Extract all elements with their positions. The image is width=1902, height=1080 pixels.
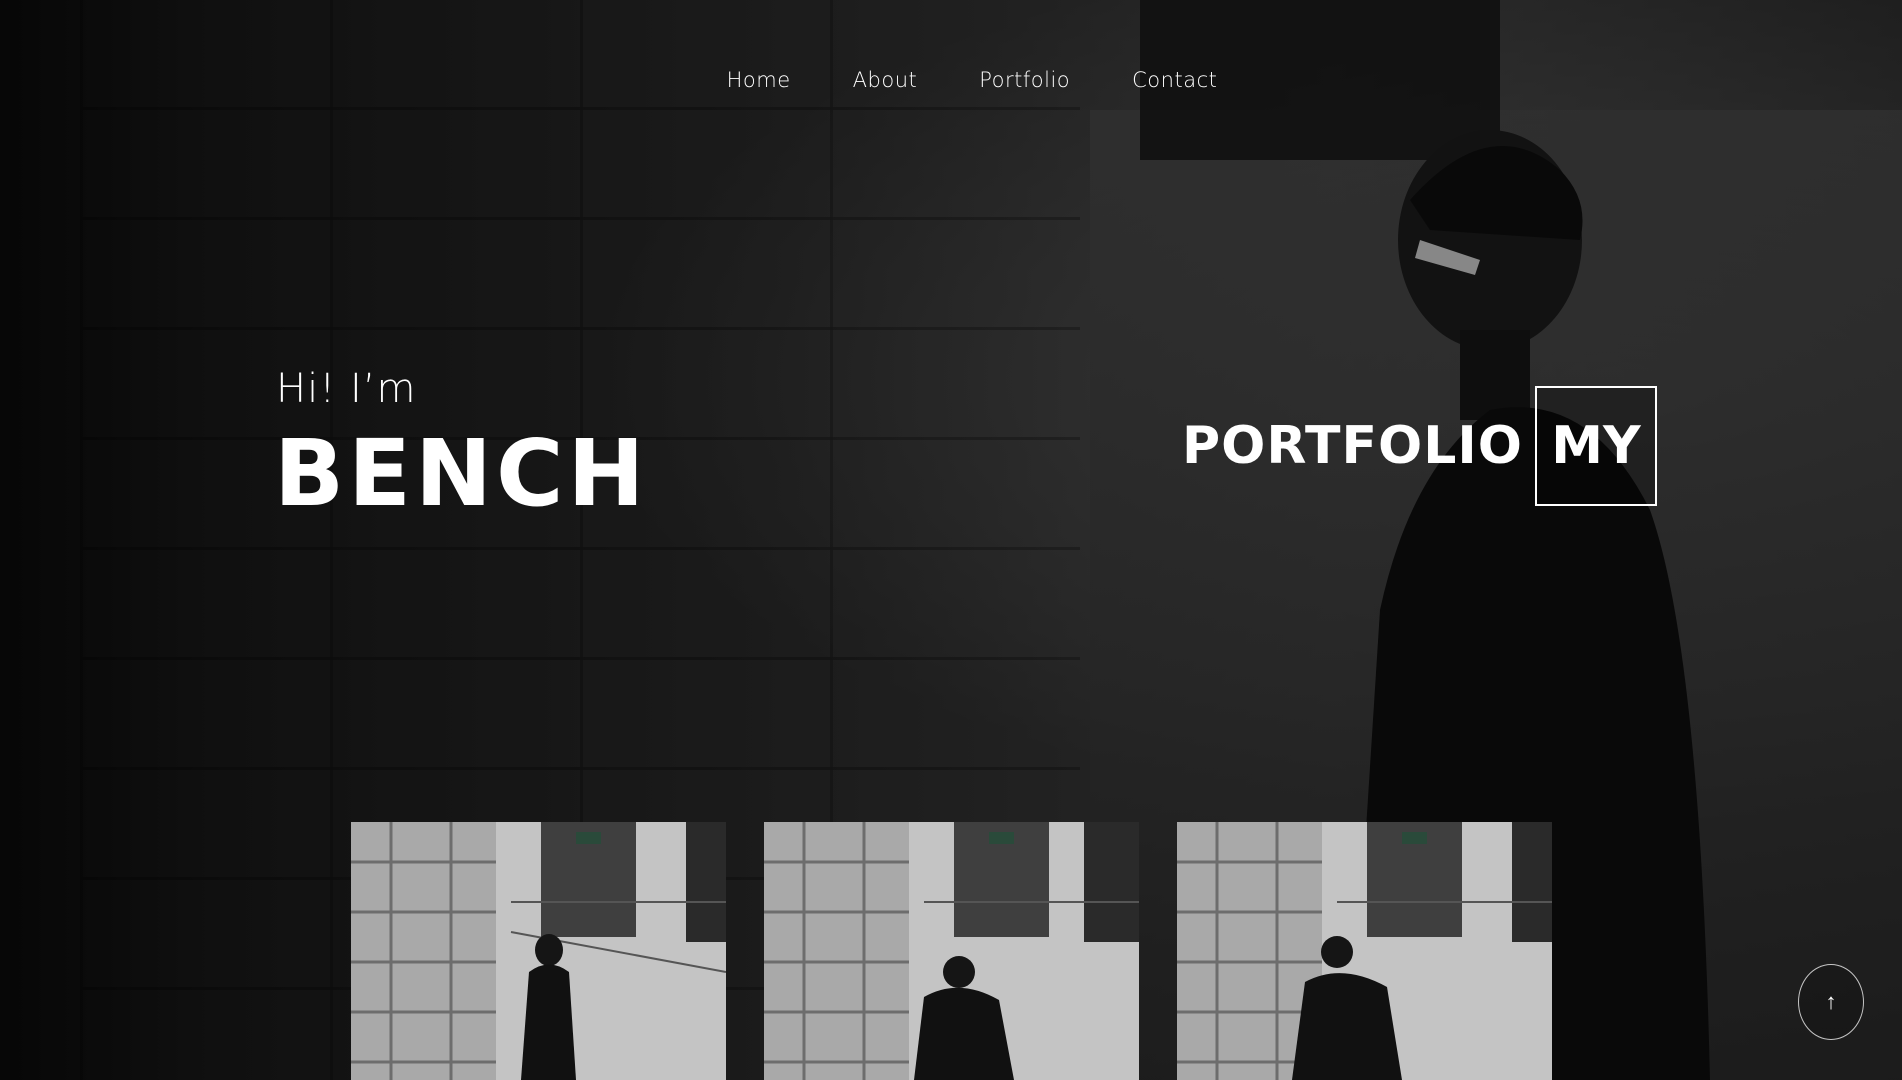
- gallery-thumb-2[interactable]: [764, 822, 1139, 1080]
- landing-page: Home About Portfolio Contact Hi! I’m BEN…: [0, 0, 1902, 1080]
- hero-greeting: Hi! I’m: [276, 366, 417, 412]
- portfolio-heading: PORTFOLIO MY: [1182, 386, 1657, 506]
- main-nav: Home About Portfolio Contact: [0, 68, 1902, 92]
- my-box: MY: [1534, 386, 1657, 506]
- nav-about[interactable]: About: [853, 68, 918, 92]
- gallery-thumb-1[interactable]: [351, 822, 726, 1080]
- photo-person-walking: [1177, 822, 1552, 1080]
- portfolio-gallery: [351, 822, 1552, 1080]
- nav-home[interactable]: Home: [727, 68, 791, 92]
- portfolio-word: PORTFOLIO: [1182, 416, 1523, 476]
- scroll-to-top-button[interactable]: ↑: [1798, 964, 1864, 1040]
- hero-name: BENCH: [274, 420, 649, 527]
- nav-contact[interactable]: Contact: [1132, 68, 1217, 92]
- photo-person-looking-up: [351, 822, 726, 1080]
- arrow-up-icon: ↑: [1825, 989, 1837, 1014]
- photo-person-back: [764, 822, 1139, 1080]
- gallery-thumb-3[interactable]: [1177, 822, 1552, 1080]
- nav-portfolio[interactable]: Portfolio: [979, 68, 1070, 92]
